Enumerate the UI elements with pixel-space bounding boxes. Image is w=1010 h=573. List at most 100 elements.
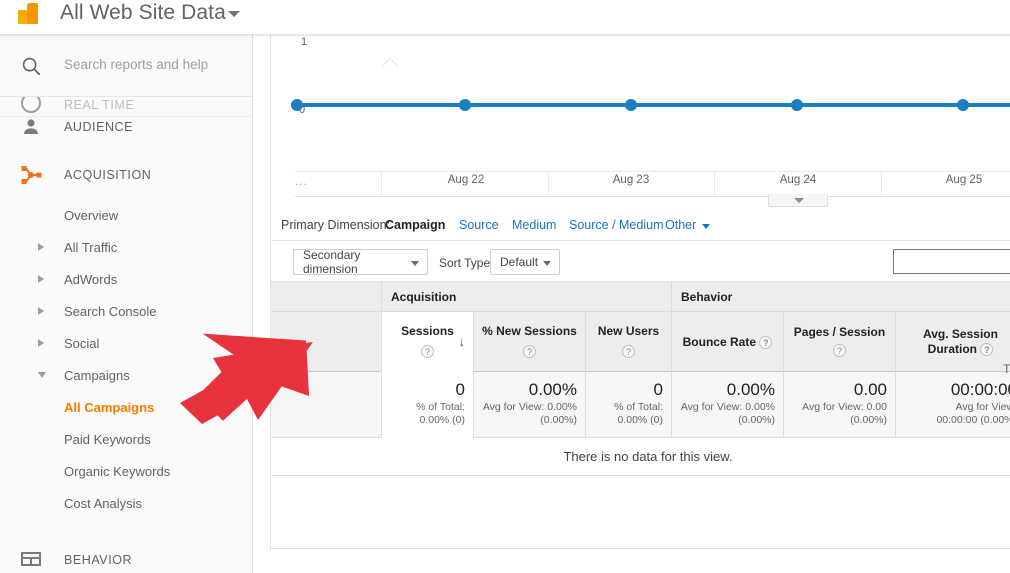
acquisition-submenu: Overview All Traffic AdWords Search Console…: [0, 199, 252, 519]
campaigns-table: Campaign ? Acquisition Behavior Sessions…: [271, 282, 1010, 476]
search-input[interactable]: [64, 57, 234, 72]
summary-cell-new-sessions-pct: 0.00% Avg for View: 0.00% (0.00%): [473, 372, 585, 438]
summary-value: 0.00%: [482, 379, 577, 401]
sidebar-search-row[interactable]: [0, 34, 252, 97]
chevron-down-icon[interactable]: [38, 372, 46, 378]
x-axis-label: Aug 24: [758, 174, 838, 186]
table-search-input[interactable]: [894, 250, 1010, 273]
x-axis-line: [295, 171, 1010, 172]
sidebar-item-label: ACQUISITION: [64, 168, 151, 182]
metric-label: Sessions: [401, 324, 454, 339]
sidebar-item-label: Overview: [64, 208, 118, 223]
sort-descending-icon: ↓: [459, 334, 466, 349]
metric-header-avg-session-duration[interactable]: Avg. Session Duration ?: [895, 312, 1010, 372]
chart-point[interactable]: [459, 99, 471, 111]
sidebar-item-paid-keywords[interactable]: Paid Keywords: [0, 423, 252, 455]
chart-point[interactable]: [957, 99, 969, 111]
sidebar-nav: REAL TIME AUDIENCE: [0, 97, 252, 519]
primary-dimension-row: Primary Dimension: Campaign Source Mediu…: [281, 212, 1010, 240]
chevron-right-icon[interactable]: [38, 275, 44, 283]
x-axis-label: Aug 23: [591, 174, 671, 186]
summary-sub2: 00:00:00 (0.00%): [904, 414, 1010, 427]
primary-dimension-source[interactable]: Source: [459, 218, 499, 232]
summary-sub1: Avg for View: 0.00%: [482, 401, 577, 414]
x-axis-tick-sep: [381, 171, 382, 196]
help-icon[interactable]: ?: [759, 336, 772, 349]
summary-sub2: (0.00%): [792, 414, 887, 427]
chart-point[interactable]: [791, 99, 803, 111]
chevron-right-icon[interactable]: [38, 243, 44, 251]
sidebar-item-label: Campaigns: [64, 368, 130, 383]
table-footer-note: This: [1003, 364, 1010, 376]
table-group-header-row: Acquisition Behavior: [271, 282, 1010, 312]
sidebar-item-label: All Traffic: [64, 240, 117, 255]
summary-sub1: % of Total:: [390, 401, 465, 414]
chevron-right-icon[interactable]: [38, 307, 44, 315]
sidebar-item-label: All Campaigns: [64, 400, 154, 415]
sidebar-item-label: Search Console: [64, 304, 157, 319]
summary-cell-sessions: 0 % of Total: 0.00% (0): [381, 372, 473, 438]
chart-expand-toggle[interactable]: [768, 194, 828, 207]
metric-header-pages-per-session[interactable]: Pages / Session ?: [783, 312, 895, 372]
sidebar-item-search-console[interactable]: Search Console: [0, 295, 252, 327]
top-bar-shadow: [0, 34, 1010, 38]
chevron-down-icon[interactable]: [702, 224, 710, 229]
sidebar-item-campaigns[interactable]: Campaigns: [0, 359, 252, 391]
sidebar-item-all-traffic[interactable]: All Traffic: [0, 231, 252, 263]
chart-point[interactable]: [625, 99, 637, 111]
chevron-down-icon[interactable]: [228, 11, 240, 17]
summary-value: 00:00:00: [904, 379, 1010, 401]
sidebar-item-acquisition[interactable]: ACQUISITION: [0, 151, 252, 199]
chevron-down-icon: [411, 261, 419, 266]
summary-sub2: 0.00% (0): [390, 414, 465, 427]
sidebar-item-all-campaigns[interactable]: All Campaigns: [0, 391, 252, 423]
chart-series-line: [297, 103, 1010, 107]
summary-value: 0.00%: [680, 379, 775, 401]
chevron-right-icon[interactable]: [38, 339, 44, 347]
sidebar-item-adwords[interactable]: AdWords: [0, 263, 252, 295]
sidebar-item-label: Cost Analysis: [64, 496, 142, 511]
metric-header-new-users[interactable]: New Users ?: [585, 312, 671, 372]
sidebar-item-overview[interactable]: Overview: [0, 199, 252, 231]
table-summary-row: 0 % of Total: 0.00% (0) 0.00% Avg for Vi…: [271, 372, 1010, 438]
sidebar-item-label: AUDIENCE: [64, 120, 133, 134]
sort-type-select[interactable]: Default: [490, 249, 560, 275]
sort-type-label: Sort Type:: [439, 256, 493, 270]
primary-dimension-other[interactable]: Other: [665, 218, 696, 232]
sidebar-item-social[interactable]: Social: [0, 327, 252, 359]
sidebar-item-label: Organic Keywords: [64, 464, 170, 479]
acquisition-nodes-icon: [19, 163, 43, 187]
summary-sub1: Avg for View: 0.00%: [680, 401, 775, 414]
metric-label-text: Bounce Rate: [683, 335, 756, 349]
chart-point[interactable]: [291, 99, 303, 111]
sort-type-value: Default: [500, 255, 538, 269]
metric-header-new-sessions-pct[interactable]: % New Sessions ?: [473, 312, 585, 372]
summary-sub1: % of Total:: [594, 401, 663, 414]
metric-header-bounce-rate[interactable]: Bounce Rate ?: [671, 312, 783, 372]
primary-dimension-medium[interactable]: Medium: [512, 218, 556, 232]
help-icon[interactable]: ?: [421, 345, 434, 358]
secondary-dimension-button[interactable]: Secondary dimension: [293, 249, 428, 275]
sidebar-item-audience[interactable]: AUDIENCE: [0, 103, 252, 151]
summary-cell-avg-session-duration: 00:00:00 Avg for View: 00:00:00 (0.00%): [895, 372, 1010, 438]
sidebar-item-organic-keywords[interactable]: Organic Keywords: [0, 455, 252, 487]
chevron-down-icon: [543, 261, 551, 266]
primary-dimension-source-medium[interactable]: Source / Medium: [569, 218, 663, 232]
x-axis-tick-sep: [548, 171, 549, 196]
view-title: All Web Site Data: [60, 1, 226, 25]
help-icon[interactable]: ?: [980, 343, 993, 356]
help-icon[interactable]: ?: [833, 344, 846, 357]
summary-sub1: Avg for View:: [904, 401, 1010, 414]
top-bar: All Web Site Data: [0, 0, 1010, 34]
google-analytics-logo: [14, 0, 48, 30]
table-search-box[interactable]: [893, 249, 1010, 274]
sidebar-item-behavior[interactable]: BEHAVIOR: [0, 536, 252, 573]
metric-label: New Users: [598, 324, 659, 339]
help-icon[interactable]: ?: [523, 345, 536, 358]
secondary-dimension-label: Secondary dimension: [303, 248, 405, 276]
metric-header-sessions[interactable]: Sessions ? ↓: [381, 312, 473, 372]
no-data-message: There is no data for this view.: [271, 438, 1010, 476]
sidebar-item-cost-analysis[interactable]: Cost Analysis: [0, 487, 252, 519]
primary-dimension-campaign[interactable]: Campaign: [385, 218, 445, 232]
help-icon[interactable]: ?: [622, 345, 635, 358]
